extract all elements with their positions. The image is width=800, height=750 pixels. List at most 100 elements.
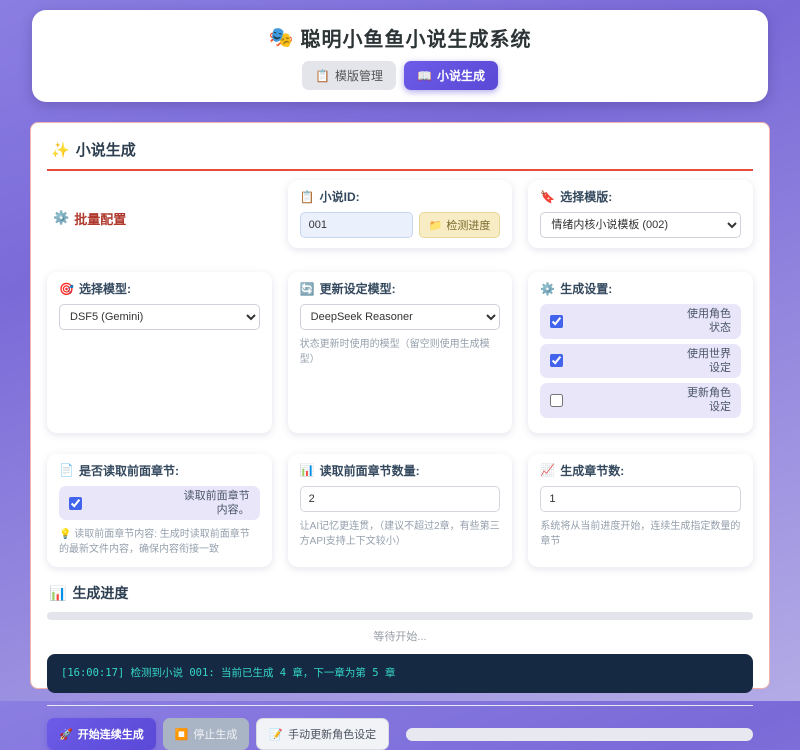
stop-generation-button[interactable]: ⏹️ 停止生成 — [163, 718, 250, 750]
read-prev-label: 📄 是否读取前面章节: — [59, 462, 260, 479]
novel-id-label-text: 小说ID: — [320, 188, 360, 205]
update-character-setting-label: 更新角色设定 — [683, 386, 731, 415]
section-title-text: 小说生成 — [76, 139, 136, 160]
prev-count-field: 📊 读取前面章节数量: 让AI记忆更连贯，（建议不超过2章，有些第三方API支持… — [288, 454, 513, 568]
rocket-icon: 🚀 — [59, 728, 73, 741]
app-title-text: 聪明小鱼鱼小说生成系统 — [300, 23, 531, 52]
model-field: 🎯 选择模型: DSF5 (Gemini) — [47, 272, 272, 433]
chapter-count-input[interactable] — [540, 486, 741, 512]
model-select[interactable]: DSF5 (Gemini) — [59, 304, 260, 330]
read-prev-hint: 💡 读取前面章节内容: 生成时读取前面章节的最新文件内容，确保内容衔接一致 — [59, 527, 260, 557]
folder-icon: 📁 — [429, 219, 443, 232]
start-generation-button[interactable]: 🚀 开始连续生成 — [47, 718, 156, 750]
update-character-setting-checkbox[interactable] — [550, 394, 563, 407]
use-character-state-label: 使用角色状态 — [683, 307, 731, 336]
target-icon: 🎯 — [59, 282, 74, 296]
option-use-character-state: 使用角色状态 — [540, 304, 741, 339]
tab-template-management[interactable]: 📋 模版管理 — [302, 61, 396, 90]
refresh-icon: 🔄 — [300, 282, 315, 296]
gen-settings-label-text: 生成设置: — [560, 280, 612, 297]
page-title: 🎭 聪明小鱼鱼小说生成系统 — [32, 23, 768, 52]
use-world-setting-label: 使用世界设定 — [683, 347, 731, 376]
option-update-character-setting: 更新角色设定 — [540, 383, 741, 418]
page-background: 🎭 聪明小鱼鱼小说生成系统 📋 模版管理 📖 小说生成 ✨ 小说生成 ⚙️ 批量… — [0, 10, 800, 689]
log-console: [16:00:17] 检测到小说 001: 当前已生成 4 章，下一章为第 5 … — [47, 654, 753, 693]
masks-icon: 🎭 — [269, 25, 295, 50]
chapter-count-field: 📈 生成章节数: 系统将从当前进度开始，连续生成指定数量的章节 — [528, 454, 753, 568]
check-progress-label: 检测进度 — [446, 217, 490, 233]
gear-icon: ⚙️ — [53, 210, 69, 226]
read-prev-label-text: 是否读取前面章节: — [79, 462, 179, 479]
status-text: 等待开始... — [47, 628, 753, 644]
update-model-label-text: 更新设定模型: — [320, 280, 396, 297]
stop-generation-label: 停止生成 — [193, 726, 237, 742]
novel-id-input-row: 📁 检测进度 — [300, 212, 501, 238]
update-model-field: 🔄 更新设定模型: DeepSeek Reasoner 状态更新时使用的模型（留… — [288, 272, 513, 433]
template-field: 🔖 选择模版: 情绪内核小说模板 (002) — [528, 180, 753, 248]
generation-progress-bar — [47, 612, 753, 620]
app-header: 🎭 聪明小鱼鱼小说生成系统 📋 模版管理 📖 小说生成 — [32, 10, 768, 102]
read-prev-checkbox[interactable] — [69, 497, 82, 510]
read-prev-hint-text: 读取前面章节内容: 生成时读取前面章节的最新文件内容，确保内容衔接一致 — [59, 529, 250, 555]
document-icon: 📋 — [300, 190, 315, 204]
chapter-count-label-text: 生成章节数: — [560, 462, 624, 479]
option-use-world-setting: 使用世界设定 — [540, 344, 741, 379]
actions-divider — [47, 705, 753, 706]
update-model-select[interactable]: DeepSeek Reasoner — [300, 304, 501, 330]
bar-chart-icon: 📊 — [300, 463, 315, 477]
read-prev-option: 读取前面章节内容。 — [59, 486, 260, 521]
template-label-text: 选择模版: — [560, 188, 612, 205]
page-icon: 📄 — [59, 463, 74, 477]
prev-count-input[interactable] — [300, 486, 501, 512]
template-select[interactable]: 情绪内核小说模板 (002) — [540, 212, 741, 238]
use-character-state-checkbox[interactable] — [550, 315, 563, 328]
batch-config-label: ⚙️ 批量配置 — [47, 180, 272, 248]
clipboard-icon: 📋 — [315, 69, 330, 83]
config-row-2: 🎯 选择模型: DSF5 (Gemini) 🔄 更新设定模型: DeepSeek… — [47, 272, 753, 433]
start-generation-label: 开始连续生成 — [78, 726, 144, 742]
chart-up-icon: 📈 — [540, 463, 555, 477]
stop-icon: ⏹️ — [175, 728, 189, 741]
read-prev-checkbox-label: 读取前面章节内容。 — [182, 489, 250, 518]
use-world-setting-checkbox[interactable] — [550, 354, 563, 367]
gen-settings-label: ⚙️ 生成设置: — [540, 280, 741, 297]
batch-config-text: 批量配置 — [74, 209, 126, 228]
novel-id-label: 📋 小说ID: — [300, 188, 501, 205]
manual-update-label: 手动更新角色设定 — [288, 726, 376, 742]
prev-count-hint: 让AI记忆更连贯，（建议不超过2章，有些第三方API支持上下文较小） — [300, 519, 501, 549]
memo-icon: 📝 — [269, 728, 283, 741]
progress-section-title: 📊 生成进度 — [47, 583, 753, 603]
chapter-count-hint: 系统将从当前进度开始，连续生成指定数量的章节 — [540, 519, 741, 549]
actions-bar: 🚀 开始连续生成 ⏹️ 停止生成 📝 手动更新角色设定 — [47, 718, 753, 750]
secondary-progress-bar — [406, 728, 753, 741]
sparkles-icon: ✨ — [51, 141, 70, 159]
bar-chart-icon: 📊 — [49, 585, 66, 602]
gen-settings-field: ⚙️ 生成设置: 使用角色状态 使用世界设定 更新角色设定 — [528, 272, 753, 433]
update-model-label: 🔄 更新设定模型: — [300, 280, 501, 297]
config-row-1: ⚙️ 批量配置 📋 小说ID: 📁 检测进度 🔖 — [47, 180, 753, 248]
log-line: [16:00:17] 检测到小说 001: 当前已生成 4 章，下一章为第 5 … — [61, 667, 395, 679]
template-label: 🔖 选择模版: — [540, 188, 741, 205]
main-nav: 📋 模版管理 📖 小说生成 — [32, 61, 768, 90]
tab-novel-generation[interactable]: 📖 小说生成 — [404, 61, 498, 90]
section-title: ✨ 小说生成 — [47, 136, 753, 171]
novel-generation-panel: ✨ 小说生成 ⚙️ 批量配置 📋 小说ID: 📁 检测进度 — [30, 122, 770, 689]
read-prev-field: 📄 是否读取前面章节: 读取前面章节内容。 💡 读取前面章节内容: 生成时读取前… — [47, 454, 272, 568]
gear-icon: ⚙️ — [540, 282, 555, 296]
model-label-text: 选择模型: — [79, 280, 131, 297]
progress-title-text: 生成进度 — [72, 583, 128, 603]
model-label: 🎯 选择模型: — [59, 280, 260, 297]
update-model-hint: 状态更新时使用的模型（留空则使用生成模型） — [300, 337, 501, 367]
book-icon: 📖 — [417, 69, 432, 83]
novel-id-input[interactable] — [300, 212, 413, 238]
novel-id-field: 📋 小说ID: 📁 检测进度 — [288, 180, 513, 248]
bulb-icon: 💡 — [59, 529, 71, 540]
chapter-count-label: 📈 生成章节数: — [540, 462, 741, 479]
config-row-3: 📄 是否读取前面章节: 读取前面章节内容。 💡 读取前面章节内容: 生成时读取前… — [47, 454, 753, 568]
bookmark-icon: 🔖 — [540, 190, 555, 204]
manual-update-button[interactable]: 📝 手动更新角色设定 — [256, 718, 389, 750]
tab-novel-label: 小说生成 — [437, 67, 485, 84]
tab-template-label: 模版管理 — [335, 67, 383, 84]
prev-count-label: 📊 读取前面章节数量: — [300, 462, 501, 479]
check-progress-button[interactable]: 📁 检测进度 — [419, 212, 501, 238]
